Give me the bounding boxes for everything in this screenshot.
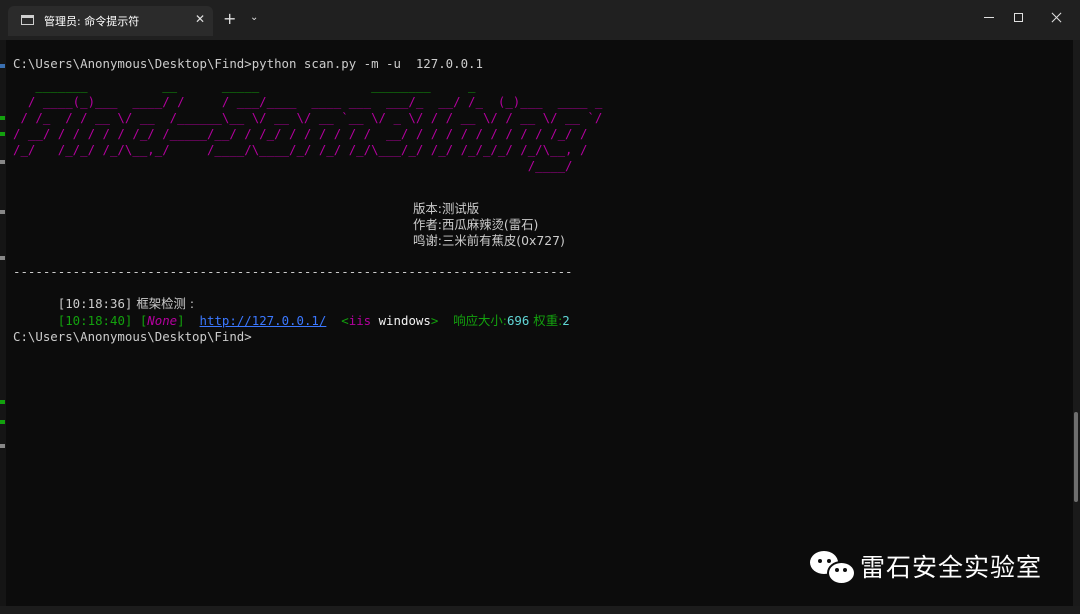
target-url-link[interactable]: http://127.0.0.1/: [200, 313, 327, 328]
version-info: 版本:测试版: [413, 201, 480, 216]
framework-none: None: [147, 313, 178, 328]
weight-value: 2: [562, 313, 570, 328]
command-line: C:\Users\Anonymous\Desktop\Find>python s…: [13, 56, 483, 71]
log-line-result: [10:18:40] [None] http://127.0.0.1/ <iis…: [13, 297, 570, 328]
final-prompt: C:\Users\Anonymous\Desktop\Find>: [13, 329, 252, 344]
bracket-close: ]: [177, 313, 185, 328]
banner-row: /____/: [13, 158, 573, 173]
response-size-value: 696: [506, 313, 530, 328]
log-line-framework: [10:18:36] 框架检测 :: [13, 280, 194, 311]
terminal-window: 管理员: 命令提示符 ✕ + ⌄ C:\Users\Anonymous\Desk…: [0, 0, 1080, 614]
tab-command-prompt[interactable]: 管理员: 命令提示符 ✕: [8, 6, 213, 36]
banner-row: / /_ / / __ \/ __ /______\__ \/ __ \/ __…: [13, 110, 603, 125]
terminal-output[interactable]: C:\Users\Anonymous\Desktop\Find>python s…: [13, 56, 1068, 586]
title-bar[interactable]: 管理员: 命令提示符 ✕ + ⌄: [0, 0, 1080, 40]
tab-close-icon[interactable]: ✕: [195, 12, 205, 26]
log-timestamp: [10:18:40]: [57, 313, 133, 328]
wechat-icon: [808, 547, 856, 585]
ascii-banner: _______ __ _____ ________ _ / ____(_)___…: [13, 78, 1068, 248]
vertical-scrollbar[interactable]: [1073, 40, 1080, 614]
banner-row: /_/ /_/_/ /_/\__,_/ /____/\____/_/ /_/ /…: [13, 142, 588, 157]
bracket-open: [: [132, 313, 148, 328]
banner-row: / ____(_)___ ____/ / / ___/____ ____ ___…: [13, 94, 603, 109]
banner-row: _______ __ _____ ________ _: [13, 78, 476, 93]
close-button[interactable]: [1033, 0, 1079, 34]
wechat-watermark: 雷石安全实验室: [808, 546, 1042, 586]
new-tab-button[interactable]: +: [223, 10, 236, 28]
server-iis: iis: [348, 313, 372, 328]
terminal-icon: [21, 15, 34, 25]
close-icon: [1051, 12, 1062, 23]
banner-row: / __/ / / / / / /_/ /_____/__/ / /_/ / /…: [13, 126, 588, 141]
author-info: 作者:西瓜麻辣烫(雷石): [413, 217, 539, 232]
minimize-icon: [984, 16, 994, 18]
watermark-text: 雷石安全实验室: [860, 553, 1043, 582]
response-size-label: 响应大小:: [453, 313, 507, 328]
maximize-icon: [1013, 12, 1023, 22]
separator-line: ----------------------------------------…: [13, 264, 573, 279]
background-taskbar-strip: [0, 606, 1080, 614]
tab-title: 管理员: 命令提示符: [44, 15, 140, 28]
scrollbar-thumb[interactable]: [1074, 412, 1078, 502]
background-window-edge: [0, 40, 6, 614]
weight-label: 权重:: [529, 313, 563, 328]
server-windows: windows: [371, 313, 431, 328]
thanks-info: 鸣谢:三米前有蕉皮(0x727): [413, 233, 565, 248]
server-open: <: [341, 313, 349, 328]
chevron-down-icon[interactable]: ⌄: [250, 12, 258, 23]
